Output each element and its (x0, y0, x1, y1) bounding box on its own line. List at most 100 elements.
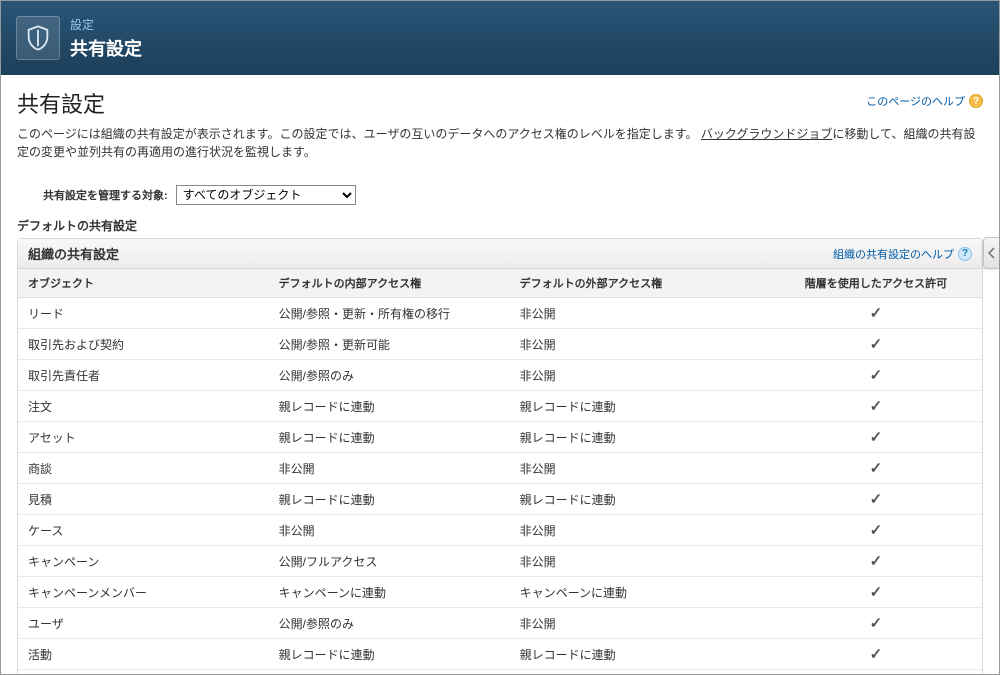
check-icon: ✓ (870, 615, 883, 632)
check-icon: ✓ (870, 584, 883, 601)
cell-internal: 非公開 (269, 453, 510, 484)
cell-hierarchy: ✓ (770, 577, 982, 608)
cell-external: 非公開 (510, 453, 770, 484)
th-object: オブジェクト (18, 269, 269, 298)
cell-external: 親レコードに連動 (510, 484, 770, 515)
table-row: 取引先責任者公開/参照のみ非公開 ✓ (18, 360, 982, 391)
panel-help-link[interactable]: 組織の共有設定のヘルプ (833, 246, 954, 262)
cell-object: アセット (18, 422, 269, 453)
cell-hierarchy: ✓ (770, 484, 982, 515)
filter-label: 共有設定を管理する対象: (43, 187, 168, 203)
cell-external: 非公開 (510, 329, 770, 360)
section-label: デフォルトの共有設定 (17, 217, 983, 234)
table-row: キャンペーンメンバーキャンペーンに連動キャンペーンに連動✓ (18, 577, 982, 608)
breadcrumb[interactable]: 設定 (70, 16, 142, 33)
check-icon: ✓ (870, 305, 883, 322)
page-help: このページのヘルプ ? (866, 93, 983, 109)
desc-pre: このページには組織の共有設定が表示されます。この設定では、ユーザの互いのデータへ… (17, 127, 698, 141)
owd-panel: 組織の共有設定 組織の共有設定のヘルプ ? オブジェクト デフォルトの内部アクセ… (17, 238, 983, 674)
cell-external: 非公開 (510, 546, 770, 577)
cell-object: 取引先および契約 (18, 329, 269, 360)
cell-hierarchy: ✓ (770, 515, 982, 546)
panel-head: 組織の共有設定 組織の共有設定のヘルプ ? (18, 239, 982, 269)
banner-title: 共有設定 (70, 35, 142, 61)
cell-hierarchy: ✓ (770, 422, 982, 453)
table-row: 注文親レコードに連動親レコードに連動✓ (18, 391, 982, 422)
owd-table: オブジェクト デフォルトの内部アクセス権 デフォルトの外部アクセス権 階層を使用… (18, 269, 982, 674)
check-icon: ✓ (870, 367, 883, 384)
cell-hierarchy: ✓ (770, 670, 982, 675)
cell-object: リード (18, 298, 269, 329)
cell-internal: 公開/参照のみ (269, 360, 510, 391)
cell-internal: 詳細の非表示、新規行動の追加 (269, 670, 510, 675)
cell-hierarchy: ✓ (770, 298, 982, 329)
table-header-row: オブジェクト デフォルトの内部アクセス権 デフォルトの外部アクセス権 階層を使用… (18, 269, 982, 298)
cell-hierarchy: ✓ (770, 360, 982, 391)
check-icon: ✓ (870, 398, 883, 415)
table-row: キャンペーン公開/フルアクセス非公開 ✓ (18, 546, 982, 577)
filter-select[interactable]: すべてのオブジェクト (176, 185, 356, 205)
check-icon: ✓ (870, 522, 883, 539)
cell-external: 親レコードに連動 (510, 639, 770, 670)
table-row: アセット親レコードに連動親レコードに連動✓ (18, 422, 982, 453)
cell-external: 非公開 (510, 360, 770, 391)
check-icon: ✓ (870, 646, 883, 663)
th-hierarchy: 階層を使用したアクセス許可 (770, 269, 982, 298)
help-icon[interactable]: ? (958, 247, 972, 261)
table-row: ユーザ公開/参照のみ非公開 ✓ (18, 608, 982, 639)
help-icon[interactable]: ? (969, 94, 983, 108)
cell-object: 活動 (18, 639, 269, 670)
background-jobs-link[interactable]: バックグラウンドジョブ (701, 127, 833, 141)
content: 共有設定 このページのヘルプ ? このページには組織の共有設定が表示されます。こ… (1, 75, 999, 674)
check-icon: ✓ (870, 460, 883, 477)
cell-object: ユーザ (18, 608, 269, 639)
cell-hierarchy: ✓ (770, 639, 982, 670)
cell-object: 取引先責任者 (18, 360, 269, 391)
cell-internal: 親レコードに連動 (269, 422, 510, 453)
cell-object: 注文 (18, 391, 269, 422)
cell-external: 非公開 (510, 298, 770, 329)
cell-internal: 公開/参照・更新・所有権の移行 (269, 298, 510, 329)
shield-icon (16, 16, 60, 60)
cell-object: ケース (18, 515, 269, 546)
banner-text: 設定 共有設定 (70, 16, 142, 61)
cell-internal: 親レコードに連動 (269, 391, 510, 422)
th-external: デフォルトの外部アクセス権 (510, 269, 770, 298)
panel-help: 組織の共有設定のヘルプ ? (833, 246, 972, 262)
cell-external: 非公開 (510, 608, 770, 639)
side-expand-tab[interactable] (983, 237, 999, 269)
page-head: 共有設定 このページのヘルプ ? (17, 87, 983, 119)
cell-hierarchy: ✓ (770, 391, 982, 422)
table-row: ケース非公開非公開✓ (18, 515, 982, 546)
cell-hierarchy: ✓ (770, 453, 982, 484)
table-row: 取引先および契約公開/参照・更新可能非公開 ✓ (18, 329, 982, 360)
table-row: 商談非公開非公開✓ (18, 453, 982, 484)
cell-internal: 公開/参照のみ (269, 608, 510, 639)
cell-hierarchy: ✓ (770, 608, 982, 639)
cell-external: 親レコードに連動 (510, 391, 770, 422)
table-row: カレンダー詳細の非表示、新規行動の追加詳細の非表示、新規行動の追加✓ (18, 670, 982, 675)
cell-object: カレンダー (18, 670, 269, 675)
cell-internal: 公開/参照・更新可能 (269, 329, 510, 360)
check-icon: ✓ (870, 336, 883, 353)
cell-external: 詳細の非表示、新規行動の追加 (510, 670, 770, 675)
cell-external: キャンペーンに連動 (510, 577, 770, 608)
check-icon: ✓ (870, 553, 883, 570)
cell-external: 非公開 (510, 515, 770, 546)
table-row: 活動親レコードに連動親レコードに連動✓ (18, 639, 982, 670)
cell-internal: キャンペーンに連動 (269, 577, 510, 608)
cell-internal: 非公開 (269, 515, 510, 546)
filter-row: 共有設定を管理する対象: すべてのオブジェクト (17, 177, 983, 217)
panel-title: 組織の共有設定 (28, 244, 119, 263)
cell-hierarchy: ✓ (770, 329, 982, 360)
cell-internal: 公開/フルアクセス (269, 546, 510, 577)
th-internal: デフォルトの内部アクセス権 (269, 269, 510, 298)
cell-object: キャンペーン (18, 546, 269, 577)
cell-object: 商談 (18, 453, 269, 484)
cell-hierarchy: ✓ (770, 546, 982, 577)
check-icon: ✓ (870, 429, 883, 446)
table-row: 見積親レコードに連動親レコードに連動✓ (18, 484, 982, 515)
cell-internal: 親レコードに連動 (269, 484, 510, 515)
page-help-link[interactable]: このページのヘルプ (866, 93, 965, 109)
page-description: このページには組織の共有設定が表示されます。この設定では、ユーザの互いのデータへ… (17, 125, 983, 161)
